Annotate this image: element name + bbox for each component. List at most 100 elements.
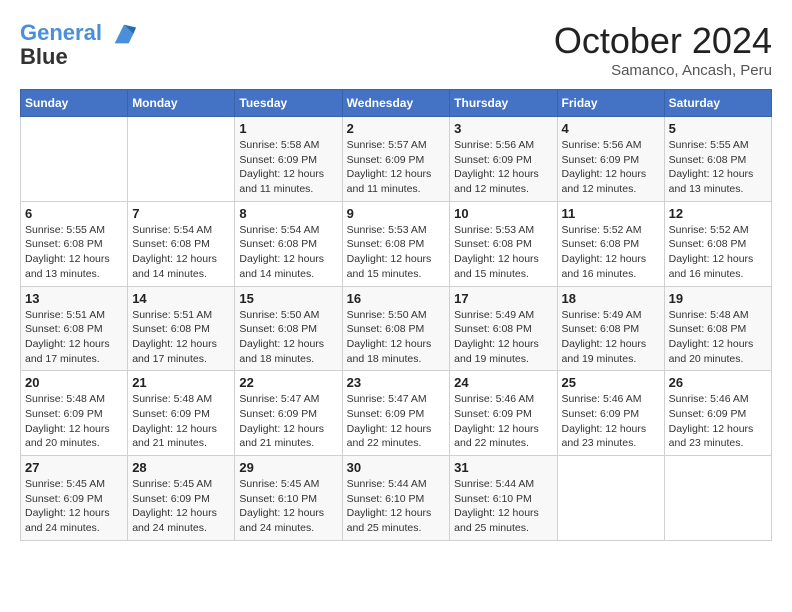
day-info: Sunrise: 5:44 AM Sunset: 6:10 PM Dayligh… (454, 477, 552, 536)
day-number: 22 (239, 375, 337, 390)
day-info: Sunrise: 5:47 AM Sunset: 6:09 PM Dayligh… (239, 392, 337, 451)
calendar-cell (664, 456, 771, 541)
calendar-week-5: 27 Sunrise: 5:45 AM Sunset: 6:09 PM Dayli… (21, 456, 772, 541)
day-info: Sunrise: 5:58 AM Sunset: 6:09 PM Dayligh… (239, 138, 337, 197)
calendar-cell: 16 Sunrise: 5:50 AM Sunset: 6:08 PM Dayli… (342, 286, 450, 371)
calendar-cell: 1 Sunrise: 5:58 AM Sunset: 6:09 PM Daylig… (235, 117, 342, 202)
day-info: Sunrise: 5:46 AM Sunset: 6:09 PM Dayligh… (562, 392, 660, 451)
calendar-cell: 25Sunrise: 5:46 AM Sunset: 6:09 PM Dayli… (557, 371, 664, 456)
header-wednesday: Wednesday (342, 90, 450, 117)
day-info: Sunrise: 5:53 AM Sunset: 6:08 PM Dayligh… (347, 223, 446, 282)
day-info: Sunrise: 5:56 AM Sunset: 6:09 PM Dayligh… (454, 138, 552, 197)
calendar-table: SundayMondayTuesdayWednesdayThursdayFrid… (20, 89, 772, 541)
calendar-cell: 22 Sunrise: 5:47 AM Sunset: 6:09 PM Dayli… (235, 371, 342, 456)
calendar-cell: 18 Sunrise: 5:49 AM Sunset: 6:08 PM Dayli… (557, 286, 664, 371)
day-number: 1 (239, 121, 337, 136)
day-number: 3 (454, 121, 552, 136)
day-number: 7 (132, 206, 230, 221)
header-thursday: Thursday (450, 90, 557, 117)
calendar-cell: 9Sunrise: 5:53 AM Sunset: 6:08 PM Daylig… (342, 201, 450, 286)
day-number: 24 (454, 375, 552, 390)
day-info: Sunrise: 5:56 AM Sunset: 6:09 PM Dayligh… (562, 138, 660, 197)
calendar-cell: 30Sunrise: 5:44 AM Sunset: 6:10 PM Dayli… (342, 456, 450, 541)
day-info: Sunrise: 5:52 AM Sunset: 6:08 PM Dayligh… (669, 223, 767, 282)
day-number: 20 (25, 375, 123, 390)
calendar-cell: 13Sunrise: 5:51 AM Sunset: 6:08 PM Dayli… (21, 286, 128, 371)
day-number: 31 (454, 460, 552, 475)
day-number: 6 (25, 206, 123, 221)
calendar-cell: 23 Sunrise: 5:47 AM Sunset: 6:09 PM Dayli… (342, 371, 450, 456)
day-number: 14 (132, 291, 230, 306)
header-friday: Friday (557, 90, 664, 117)
day-info: Sunrise: 5:51 AM Sunset: 6:08 PM Dayligh… (132, 308, 230, 367)
day-info: Sunrise: 5:49 AM Sunset: 6:08 PM Dayligh… (454, 308, 552, 367)
day-info: Sunrise: 5:54 AM Sunset: 6:08 PM Dayligh… (132, 223, 230, 282)
day-number: 23 (347, 375, 446, 390)
header-saturday: Saturday (664, 90, 771, 117)
calendar-cell: 14 Sunrise: 5:51 AM Sunset: 6:08 PM Dayli… (128, 286, 235, 371)
calendar-cell: 7 Sunrise: 5:54 AM Sunset: 6:08 PM Daylig… (128, 201, 235, 286)
day-number: 11 (562, 206, 660, 221)
day-info: Sunrise: 5:54 AM Sunset: 6:08 PM Dayligh… (239, 223, 337, 282)
day-number: 8 (239, 206, 337, 221)
calendar-cell: 19Sunrise: 5:48 AM Sunset: 6:08 PM Dayli… (664, 286, 771, 371)
day-info: Sunrise: 5:55 AM Sunset: 6:08 PM Dayligh… (25, 223, 123, 282)
day-number: 12 (669, 206, 767, 221)
day-number: 16 (347, 291, 446, 306)
logo-icon (110, 20, 138, 48)
calendar-cell: 27 Sunrise: 5:45 AM Sunset: 6:09 PM Dayli… (21, 456, 128, 541)
day-info: Sunrise: 5:47 AM Sunset: 6:09 PM Dayligh… (347, 392, 446, 451)
day-info: Sunrise: 5:45 AM Sunset: 6:09 PM Dayligh… (25, 477, 123, 536)
day-number: 4 (562, 121, 660, 136)
day-number: 21 (132, 375, 230, 390)
calendar-week-4: 20 Sunrise: 5:48 AM Sunset: 6:09 PM Dayli… (21, 371, 772, 456)
day-number: 17 (454, 291, 552, 306)
day-number: 18 (562, 291, 660, 306)
calendar-cell: 6 Sunrise: 5:55 AM Sunset: 6:08 PM Daylig… (21, 201, 128, 286)
calendar-cell (128, 117, 235, 202)
day-info: Sunrise: 5:55 AM Sunset: 6:08 PM Dayligh… (669, 138, 767, 197)
calendar-cell: 8 Sunrise: 5:54 AM Sunset: 6:08 PM Daylig… (235, 201, 342, 286)
calendar-cell: 10 Sunrise: 5:53 AM Sunset: 6:08 PM Dayli… (450, 201, 557, 286)
calendar-cell: 15Sunrise: 5:50 AM Sunset: 6:08 PM Dayli… (235, 286, 342, 371)
day-info: Sunrise: 5:45 AM Sunset: 6:09 PM Dayligh… (132, 477, 230, 536)
day-number: 10 (454, 206, 552, 221)
calendar-cell: 20 Sunrise: 5:48 AM Sunset: 6:09 PM Dayli… (21, 371, 128, 456)
calendar-week-2: 6 Sunrise: 5:55 AM Sunset: 6:08 PM Daylig… (21, 201, 772, 286)
calendar-cell: 12 Sunrise: 5:52 AM Sunset: 6:08 PM Dayli… (664, 201, 771, 286)
calendar-cell: 31 Sunrise: 5:44 AM Sunset: 6:10 PM Dayli… (450, 456, 557, 541)
day-info: Sunrise: 5:50 AM Sunset: 6:08 PM Dayligh… (347, 308, 446, 367)
calendar-cell: 21Sunrise: 5:48 AM Sunset: 6:09 PM Dayli… (128, 371, 235, 456)
day-info: Sunrise: 5:51 AM Sunset: 6:08 PM Dayligh… (25, 308, 123, 367)
day-number: 28 (132, 460, 230, 475)
calendar-cell: 11 Sunrise: 5:52 AM Sunset: 6:08 PM Dayli… (557, 201, 664, 286)
calendar-cell: 24Sunrise: 5:46 AM Sunset: 6:09 PM Dayli… (450, 371, 557, 456)
day-number: 19 (669, 291, 767, 306)
calendar-cell (557, 456, 664, 541)
calendar-week-3: 13Sunrise: 5:51 AM Sunset: 6:08 PM Dayli… (21, 286, 772, 371)
calendar-cell: 2Sunrise: 5:57 AM Sunset: 6:09 PM Daylig… (342, 117, 450, 202)
calendar-cell: 28 Sunrise: 5:45 AM Sunset: 6:09 PM Dayli… (128, 456, 235, 541)
day-info: Sunrise: 5:53 AM Sunset: 6:08 PM Dayligh… (454, 223, 552, 282)
day-number: 5 (669, 121, 767, 136)
month-title: October 2024 (554, 20, 772, 62)
day-info: Sunrise: 5:45 AM Sunset: 6:10 PM Dayligh… (239, 477, 337, 536)
day-info: Sunrise: 5:44 AM Sunset: 6:10 PM Dayligh… (347, 477, 446, 536)
calendar-cell: 3 Sunrise: 5:56 AM Sunset: 6:09 PM Daylig… (450, 117, 557, 202)
header-monday: Monday (128, 90, 235, 117)
day-number: 27 (25, 460, 123, 475)
day-info: Sunrise: 5:48 AM Sunset: 6:09 PM Dayligh… (25, 392, 123, 451)
day-info: Sunrise: 5:49 AM Sunset: 6:08 PM Dayligh… (562, 308, 660, 367)
day-number: 2 (347, 121, 446, 136)
day-number: 29 (239, 460, 337, 475)
day-number: 26 (669, 375, 767, 390)
page-header: General Blue October 2024 Samanco, Ancas… (20, 20, 772, 79)
calendar-cell: 5 Sunrise: 5:55 AM Sunset: 6:08 PM Daylig… (664, 117, 771, 202)
calendar-cell: 4 Sunrise: 5:56 AM Sunset: 6:09 PM Daylig… (557, 117, 664, 202)
day-info: Sunrise: 5:52 AM Sunset: 6:08 PM Dayligh… (562, 223, 660, 282)
day-number: 15 (239, 291, 337, 306)
logo: General Blue (20, 20, 138, 70)
day-info: Sunrise: 5:46 AM Sunset: 6:09 PM Dayligh… (669, 392, 767, 451)
calendar-header-row: SundayMondayTuesdayWednesdayThursdayFrid… (21, 90, 772, 117)
calendar-week-1: 1 Sunrise: 5:58 AM Sunset: 6:09 PM Daylig… (21, 117, 772, 202)
